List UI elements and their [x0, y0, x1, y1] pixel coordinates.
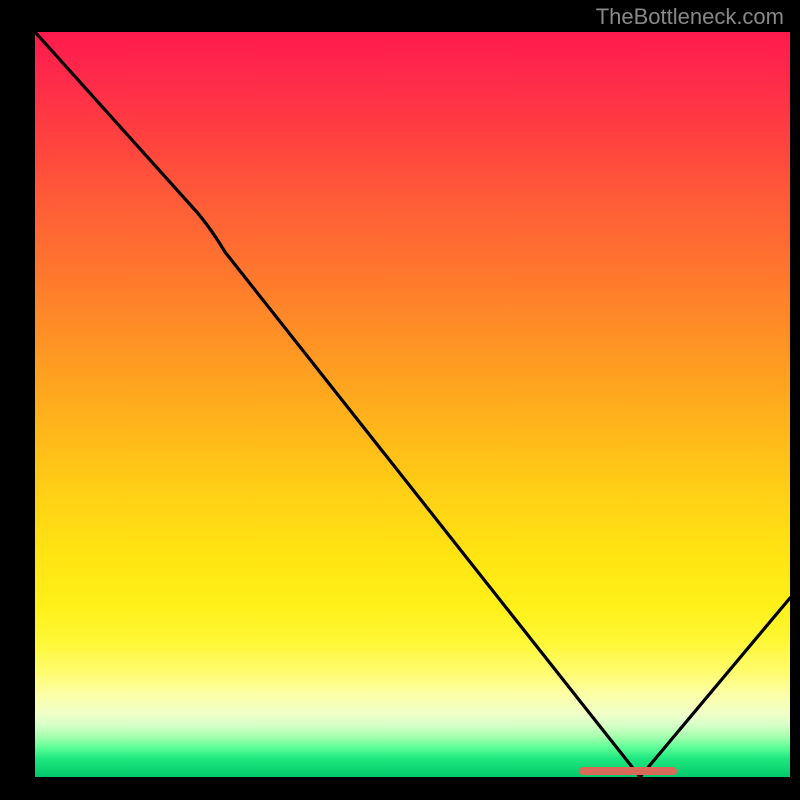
curve-svg [35, 32, 790, 777]
attribution-label: TheBottleneck.com [596, 4, 784, 30]
plot-area [35, 32, 790, 777]
bottleneck-curve [35, 32, 790, 777]
chart-container: TheBottleneck.com [0, 0, 800, 800]
optimal-marker [579, 767, 677, 775]
